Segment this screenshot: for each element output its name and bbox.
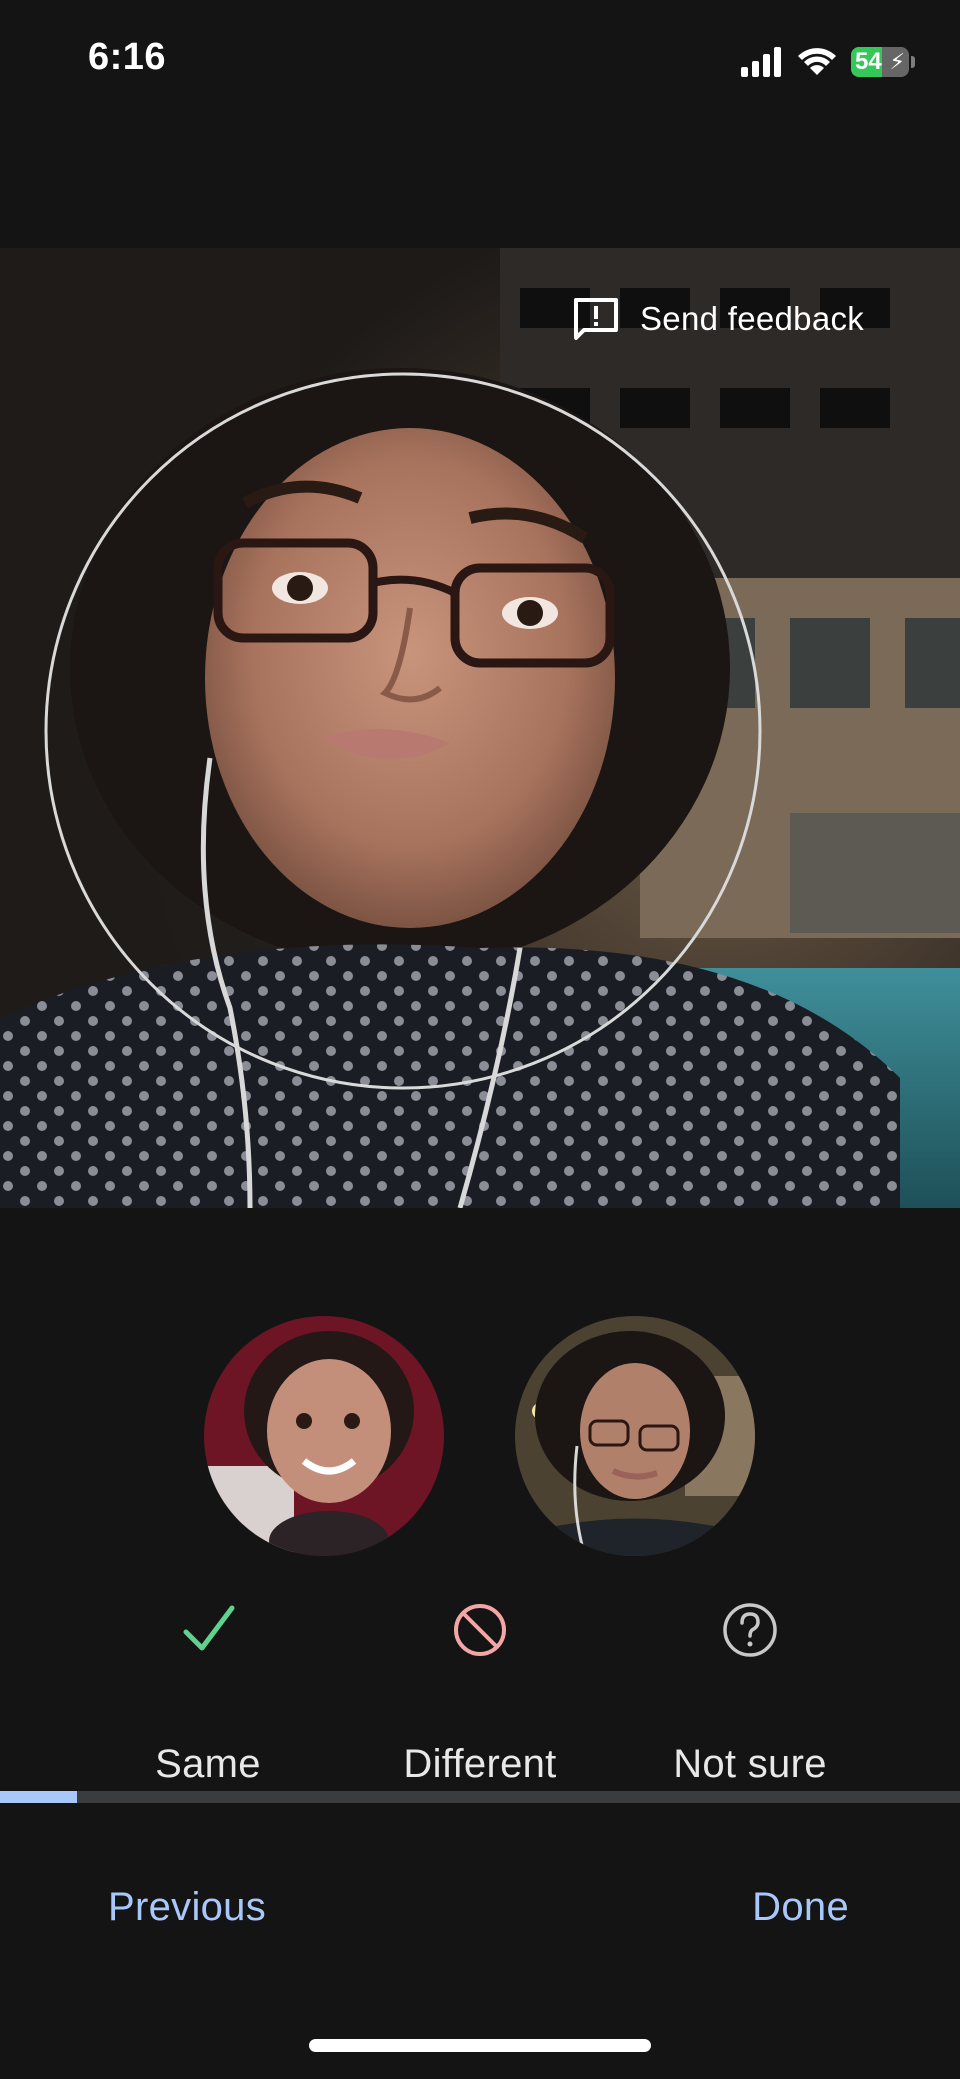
face-thumbnail-adult <box>515 1316 755 1556</box>
different-label: Different <box>403 1742 557 1786</box>
battery-percent: 54 <box>855 48 882 75</box>
battery-nub <box>911 56 915 68</box>
different-button[interactable]: Different <box>350 1590 610 1790</box>
wifi-icon <box>798 48 836 75</box>
face-thumbnail-child <box>204 1316 444 1556</box>
cellular-signal-icon <box>741 47 781 77</box>
same-label: Same <box>155 1742 261 1786</box>
same-button[interactable]: Same <box>78 1590 338 1790</box>
checkmark-icon <box>183 1605 235 1651</box>
progress-bar <box>0 1791 960 1803</box>
previous-button[interactable]: Previous <box>108 1885 266 1930</box>
status-time: 6:16 <box>88 36 167 78</box>
done-button[interactable]: Done <box>752 1885 849 1930</box>
face-photo-image <box>0 248 960 1208</box>
face-photo <box>0 248 960 1208</box>
home-indicator[interactable] <box>309 2039 651 2052</box>
not-sure-button[interactable]: Not sure <box>620 1590 880 1790</box>
question-icon <box>723 1603 777 1657</box>
not-sure-label: Not sure <box>673 1742 827 1786</box>
battery-charging-icon: 54 ⚡ <box>851 47 909 77</box>
send-feedback-button[interactable]: Send feedback <box>572 296 864 342</box>
feedback-icon <box>574 298 618 340</box>
charging-bolt-icon: ⚡ <box>889 49 905 74</box>
send-feedback-label: Send feedback <box>640 300 865 337</box>
status-icons: 54 ⚡ <box>741 42 915 82</box>
progress-fill <box>0 1791 77 1803</box>
block-icon <box>454 1604 506 1656</box>
status-bar: 6:16 54 ⚡ <box>0 0 960 120</box>
